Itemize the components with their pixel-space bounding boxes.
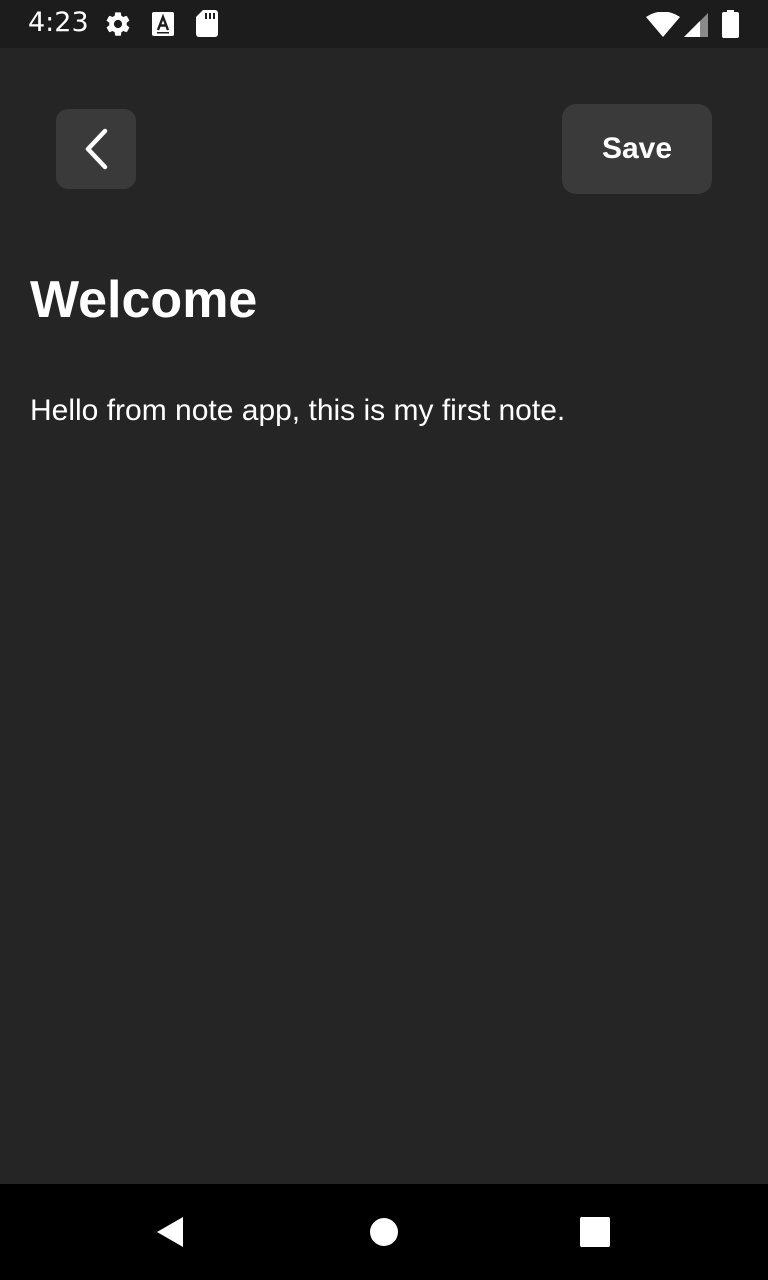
note-title[interactable]: Welcome — [30, 274, 257, 326]
back-triangle-icon — [157, 1217, 183, 1247]
note-editor: Save Welcome Hello from note app, this i… — [0, 48, 768, 1184]
chevron-left-icon — [85, 128, 108, 170]
recents-square-icon — [580, 1217, 610, 1247]
cell-signal-icon — [684, 13, 708, 37]
battery-icon — [722, 10, 739, 38]
status-time: 4:23 — [28, 7, 89, 38]
sd-card-icon — [196, 10, 218, 37]
nav-back-button[interactable] — [140, 1202, 200, 1262]
home-circle-icon — [370, 1218, 398, 1246]
status-bar: 4:23 — [0, 0, 768, 48]
wifi-icon — [646, 12, 680, 37]
note-body[interactable]: Hello from note app, this is my first no… — [30, 391, 730, 430]
nav-recents-button[interactable] — [565, 1202, 625, 1262]
font-a-icon — [152, 12, 174, 36]
save-button[interactable]: Save — [562, 104, 712, 194]
gear-icon — [106, 12, 130, 36]
navigation-bar — [0, 1184, 768, 1280]
nav-home-button[interactable] — [354, 1202, 414, 1262]
back-button[interactable] — [56, 109, 136, 189]
